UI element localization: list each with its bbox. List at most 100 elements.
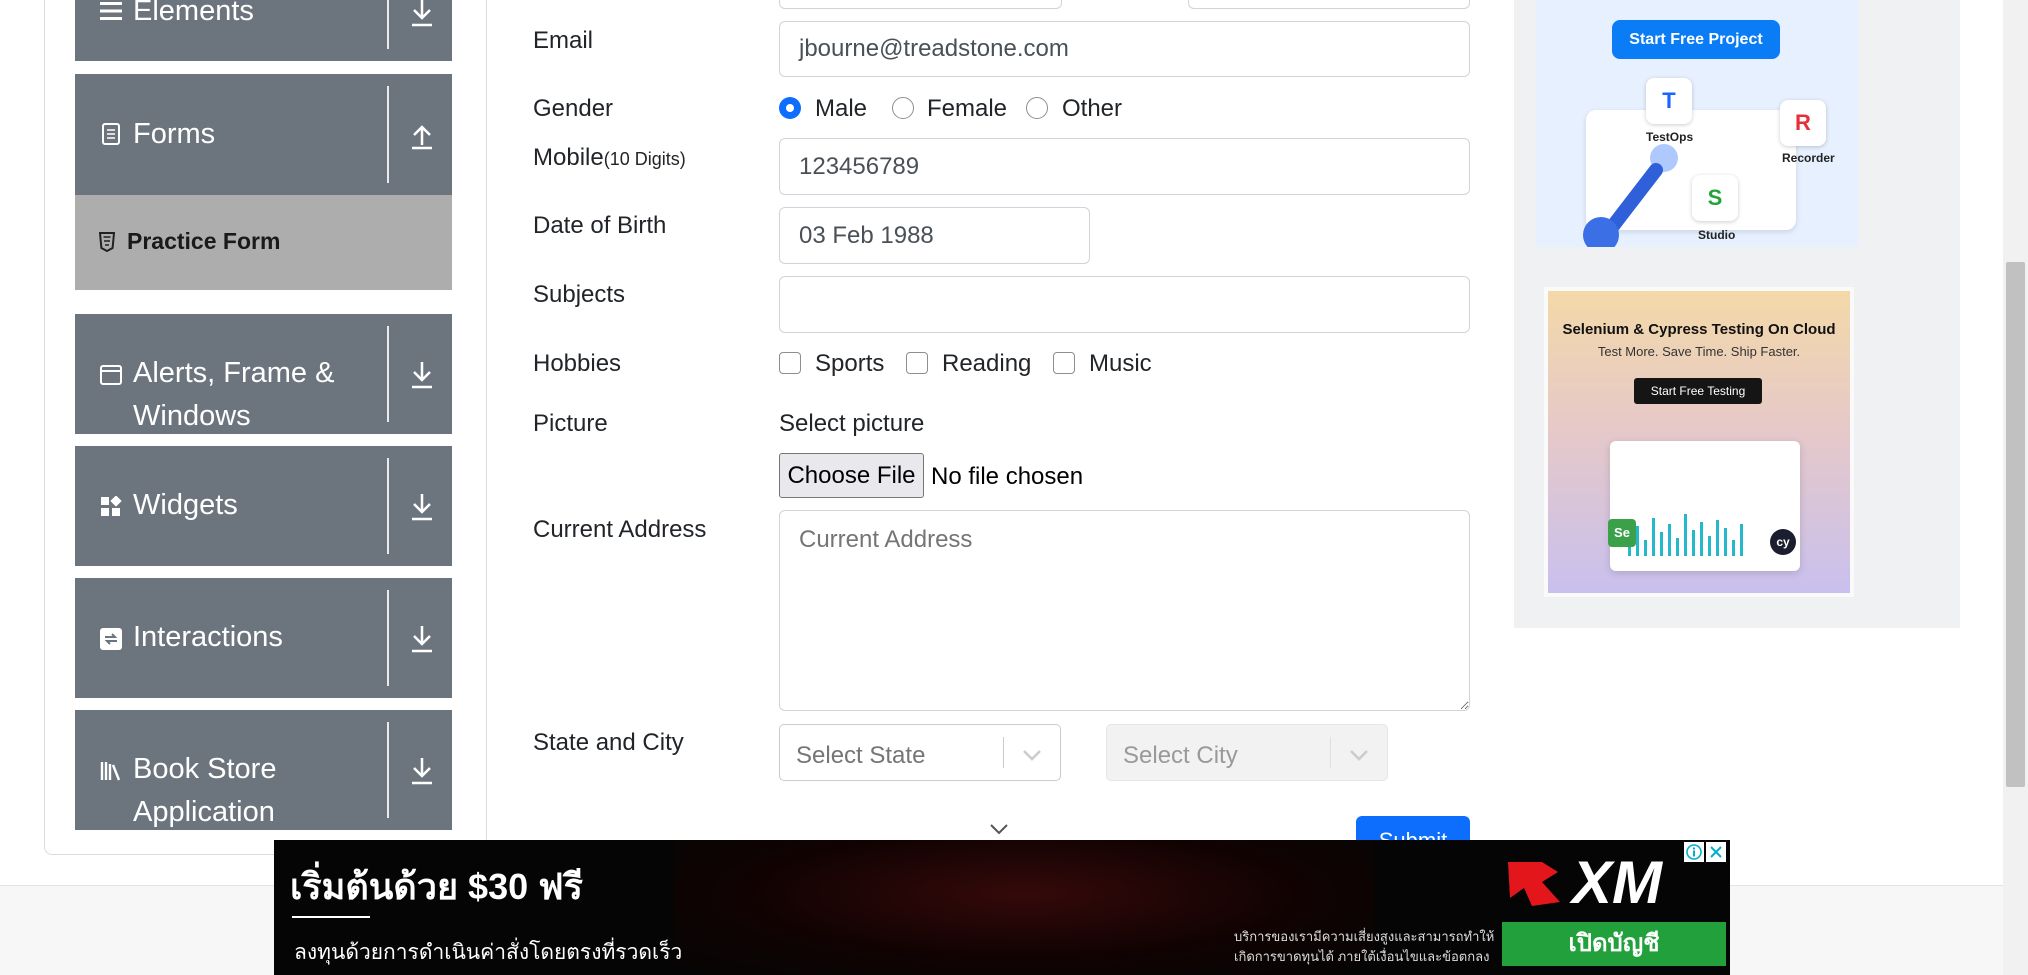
banner-subline: ลงทุนด้วยการดำเนินค่าสั่งโดยตรงที่รวดเร็… [294,941,683,964]
hobby-music-checkbox[interactable] [1053,352,1075,374]
sidebar-group-widgets[interactable]: Widgets [75,446,452,566]
last-name-input[interactable] [1188,0,1470,9]
gender-other-radio[interactable] [1026,97,1048,119]
state-select-value: Select State [796,742,926,769]
robot-arm-icon [1583,144,1678,247]
sidebar-group-label: Application [133,796,275,828]
mobile-input[interactable]: 123456789 [779,138,1470,195]
window-icon [100,365,122,385]
hobby-music-label[interactable]: Music [1089,349,1152,379]
select-picture-label: Select picture [779,410,925,437]
sidebar-group-elements[interactable]: Elements [75,0,452,61]
sidebar-group-interactions[interactable]: Interactions [75,578,452,698]
hobby-reading-label[interactable]: Reading [942,349,1031,379]
gender-other-label[interactable]: Other [1062,94,1122,124]
banner-fineprint: บริการของเรามีความเสี่ยงสูงและสามารถทำให… [1234,929,1495,944]
ad-title: Selenium & Cypress Testing On Cloud [1562,321,1836,338]
ad-katalon[interactable]: Start Free Project T TestOps R Recorder … [1536,0,1858,247]
html5-icon [99,232,115,252]
ad-close-icon[interactable] [1706,842,1726,862]
ad-info-icon[interactable] [1684,842,1704,862]
open-account-button[interactable]: เปิดบัญชี [1502,922,1726,966]
mobile-hint: (10 Digits) [603,149,686,169]
picture-label: Picture [533,410,608,437]
start-free-project-button[interactable]: Start Free Project [1612,20,1780,59]
download-arrow-icon[interactable] [406,755,438,787]
chevron-down-icon[interactable] [1348,744,1370,766]
testops-icon: T [1646,78,1692,124]
selenium-icon: Se [1608,519,1636,547]
sidebar-group-alerts-frame-windows[interactable]: Alerts, Frame & Windows [75,314,452,434]
email-label: Email [533,27,594,54]
sidebar-separator [387,326,389,422]
interactions-icon [100,628,122,650]
hobbies-label: Hobbies [533,350,622,377]
widgets-icon [101,496,122,516]
download-arrow-icon[interactable] [406,623,438,655]
sidebar-group-book-store-application[interactable]: Book Store Application [75,710,452,830]
hobby-reading-checkbox[interactable] [906,352,928,374]
download-arrow-icon[interactable] [406,491,438,523]
sidebar-group-forms[interactable]: Forms [75,74,452,195]
sidebar-separator [387,722,389,818]
hobby-sports-label[interactable]: Sports [815,349,884,379]
sidebar-separator [387,590,389,686]
start-free-testing-button[interactable]: Start Free Testing [1634,378,1762,404]
xm-banner-ad[interactable]: เริ่มต้นด้วย $30 ฟรี ลงทุนด้วยการดำเนินค… [274,840,1730,975]
books-icon [100,762,121,781]
select-separator [1330,737,1331,768]
chevron-down-icon[interactable] [1021,744,1043,766]
gender-female-radio[interactable] [892,97,914,119]
recorder-icon: R [1780,100,1826,146]
sidebar-item-practice-form[interactable]: Practice Form [75,195,452,290]
download-arrow-icon[interactable] [406,359,438,391]
ad-bar-graphic [1628,514,1743,556]
gender-label: Gender [533,95,614,122]
dob-label: Date of Birth [533,212,667,239]
sidebar-group-label: Forms [133,118,216,150]
first-name-input[interactable] [779,0,1062,9]
studio-icon: S [1692,175,1738,221]
state-city-label: State and City [533,729,684,756]
banner-brand: XM [1572,849,1662,916]
ad-product-label: Studio [1698,228,1736,242]
current-address-label: Current Address [533,516,707,543]
document-icon [102,123,120,145]
file-status-text: No file chosen [931,463,1084,490]
hobby-sports-checkbox[interactable] [779,352,801,374]
gender-male-label[interactable]: Male [815,94,867,124]
banner-fineprint: เกิดการขาดทุนได้ ภายใต้เงื่อนไขและข้อตกล… [1234,949,1490,964]
subjects-label: Subjects [533,281,626,308]
mobile-label: Mobile(10 Digits) [533,143,686,174]
download-arrow-icon[interactable] [406,0,438,29]
gender-female-label[interactable]: Female [927,94,1007,124]
sidebar-group-label: Elements [133,0,254,27]
state-select[interactable]: Select State [779,724,1061,781]
banner-underline [292,916,370,918]
ad-product-label: Recorder [1782,151,1835,165]
cypress-icon: cy [1770,529,1796,555]
sidebar-group-label: Windows [133,400,251,432]
sidebar-separator [387,458,389,554]
hamburger-icon [100,2,122,20]
banner-headline: เริ่มต้นด้วย $30 ฟรี [290,866,583,907]
city-select[interactable]: Select City [1106,724,1388,781]
gender-male-radio[interactable] [779,97,801,119]
sidebar-group-label: Interactions [133,621,283,653]
chevron-down-icon[interactable] [989,822,1009,836]
choose-file-button[interactable]: Choose File [779,453,924,498]
sidebar-separator [387,86,389,183]
current-address-textarea[interactable] [779,510,1470,711]
scrollbar-thumb[interactable] [2006,262,2025,787]
sidebar-group-label: Alerts, Frame & [133,357,335,389]
subjects-input[interactable] [779,276,1470,333]
upload-arrow-icon[interactable] [406,120,438,152]
dob-input[interactable]: 03 Feb 1988 [779,207,1090,264]
email-input[interactable]: jbourne@treadstone.com [779,21,1470,77]
sidebar-group-label: Widgets [133,489,238,521]
sidebar-item-label: Practice Form [127,228,281,254]
select-separator [1003,737,1004,768]
city-select-value: Select City [1123,742,1238,769]
sidebar-separator [387,0,389,49]
ad-cloud-testing[interactable]: Selenium & Cypress Testing On Cloud Test… [1544,287,1854,597]
